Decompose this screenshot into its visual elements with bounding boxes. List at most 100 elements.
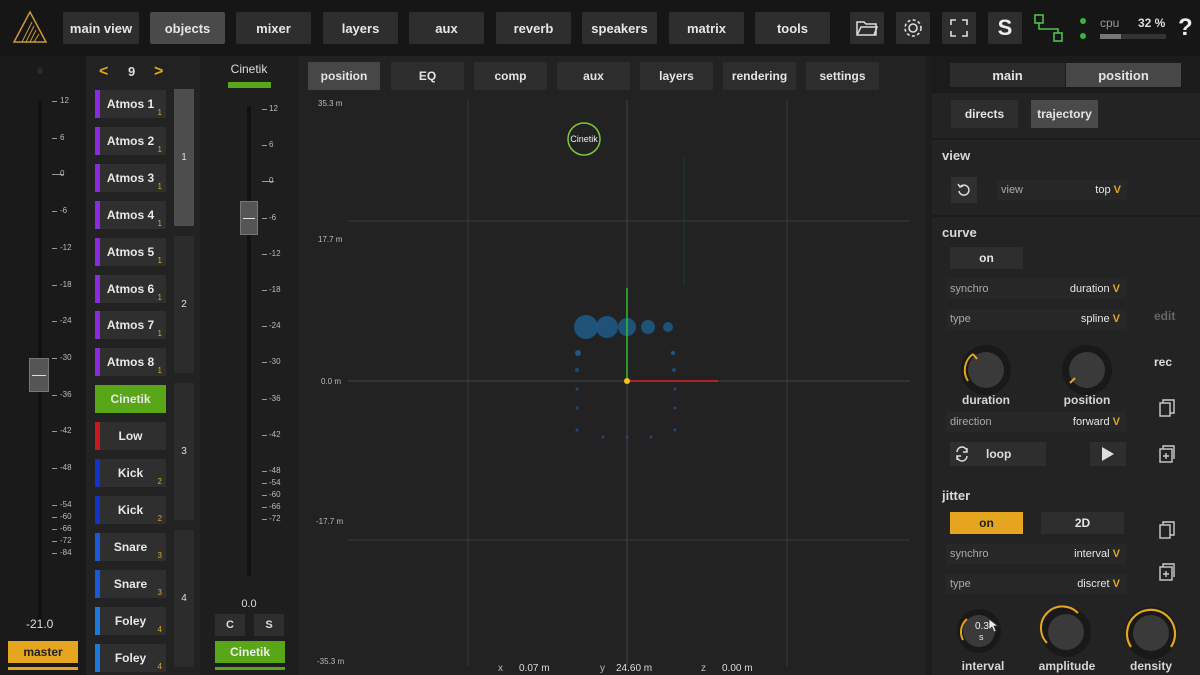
tab-trajectory[interactable]: trajectory [1031,100,1098,128]
curve-on-button[interactable]: on [950,247,1023,269]
object-item[interactable]: Low [95,422,166,451]
master-tick-label: 12 [60,96,69,105]
master-button[interactable]: master [8,641,78,663]
strip-tick-mark [262,506,267,508]
group-2[interactable]: 2 [174,236,194,373]
jitter-copy-icon[interactable] [1154,517,1180,543]
object-item[interactable]: Atmos 41 [95,200,166,229]
chevron-down-icon: V [1112,416,1120,428]
reset-view-button[interactable] [951,177,977,203]
object-item[interactable]: Snare 3 [95,532,166,561]
master-tick-mark [52,541,57,543]
tab-reverb[interactable]: reverb [496,12,571,44]
jitter-synchro-key: synchro [950,548,989,560]
object-label: Atmos 7 [106,318,155,333]
strip-tick-mark [262,290,267,291]
jitter-on-button[interactable]: on [950,512,1023,534]
fullscreen-icon[interactable] [942,12,976,44]
object-label: Atmos 8 [106,355,155,370]
strip-color-bar [228,82,271,88]
object-marker-label[interactable]: Cinetik [564,134,604,144]
tab-position-right[interactable]: position [1066,63,1181,87]
network-icon[interactable] [1032,12,1066,44]
tab-tools[interactable]: tools [755,12,830,44]
curve-edit-button[interactable]: edit [1154,309,1175,323]
strip-tick-label: -18 [269,285,281,294]
master-tick-label: -84 [60,548,72,558]
object-item[interactable]: Atmos 71 [95,311,166,340]
object-item[interactable]: Atmos 51 [95,237,166,266]
object-item[interactable]: Atmos 11 [95,90,166,118]
tab-mixer[interactable]: mixer [236,12,311,44]
object-item[interactable]: Atmos 31 [95,163,166,192]
play-button[interactable] [1090,442,1126,466]
loop-button[interactable]: loop [950,442,1046,466]
group-4[interactable]: 4 [174,530,194,667]
chevron-down-icon: V [1112,313,1120,325]
axis-label-lower: -17.7 m [316,517,344,526]
master-fader-knob[interactable] [29,358,49,392]
object-item[interactable]: Atmos 21 [95,126,166,155]
group-1[interactable]: 1 [174,89,194,226]
copy-icon[interactable] [1154,395,1180,421]
tab-speakers[interactable]: speakers [582,12,657,44]
page-prev-button[interactable]: < [99,63,108,81]
gear-icon[interactable] [896,12,930,44]
axis-label-top: 35.3 m [318,99,343,108]
help-button[interactable]: ? [1178,14,1193,42]
tab-layers[interactable]: layers [640,62,713,90]
tab-main[interactable]: main [950,63,1065,87]
object-item[interactable]: Cinetik [95,385,166,414]
curve-direction-value: forward [1072,416,1110,428]
room-plot[interactable] [298,96,926,675]
coord-y-value: 24.60 m [616,663,653,674]
strip-fader-knob[interactable] [240,201,258,235]
page-next-button[interactable]: > [154,63,163,81]
strip-s-button[interactable]: S [254,614,284,636]
object-item[interactable]: Atmos 61 [95,274,166,303]
density-knob[interactable] [1123,605,1179,661]
tab-layers[interactable]: layers [323,12,398,44]
amplitude-knob[interactable] [1039,605,1093,659]
strip-name-button[interactable]: Cinetik [215,641,285,663]
tab-directs[interactable]: directs [951,100,1018,128]
tab-objects[interactable]: objects [150,12,225,44]
solo-button[interactable]: S [988,12,1022,44]
object-color-bar [95,459,100,487]
tab-aux[interactable]: aux [557,62,630,90]
tab-position[interactable]: position [308,62,380,90]
paste-icon[interactable] [1154,441,1180,467]
object-item[interactable]: Atmos 81 [95,348,166,377]
jitter-2d-button[interactable]: 2D [1041,512,1124,534]
curve-direction-select[interactable]: direction forward V [946,412,1126,432]
object-label: Kick [117,502,144,517]
position-knob[interactable] [1060,343,1114,397]
tab-rendering[interactable]: rendering [723,62,796,90]
jitter-synchro-select[interactable]: synchro interval V [946,544,1126,564]
view-select[interactable]: view top V [997,180,1127,200]
object-label: Atmos 2 [106,133,155,148]
object-item[interactable]: Snare 3 [95,569,166,598]
strip-c-button[interactable]: C [215,614,245,636]
tab-comp[interactable]: comp [474,62,547,90]
object-item[interactable]: Kick 2 [95,459,166,487]
tab-main-view[interactable]: main view [63,12,139,44]
master-tick-mark [52,553,57,555]
tab-eq[interactable]: EQ [391,62,464,90]
curve-synchro-select[interactable]: synchro duration V [946,279,1126,299]
tab-matrix[interactable]: matrix [669,12,744,44]
jitter-paste-icon[interactable] [1154,559,1180,585]
folder-icon[interactable] [850,12,884,44]
tab-aux[interactable]: aux [409,12,484,44]
curve-type-select[interactable]: type spline V [946,309,1126,329]
tab-settings[interactable]: settings [806,62,879,90]
object-item[interactable]: Foley 4 [95,606,166,635]
curve-rec-button[interactable]: rec [1154,355,1172,369]
object-color-bar [95,532,100,561]
object-item[interactable]: Foley 4 [95,643,166,672]
master-tick-label: -12 [60,242,72,252]
object-item[interactable]: Kick 2 [95,495,166,524]
group-3[interactable]: 3 [174,383,194,520]
jitter-type-select[interactable]: type discret V [946,574,1126,594]
duration-knob[interactable] [959,343,1013,397]
